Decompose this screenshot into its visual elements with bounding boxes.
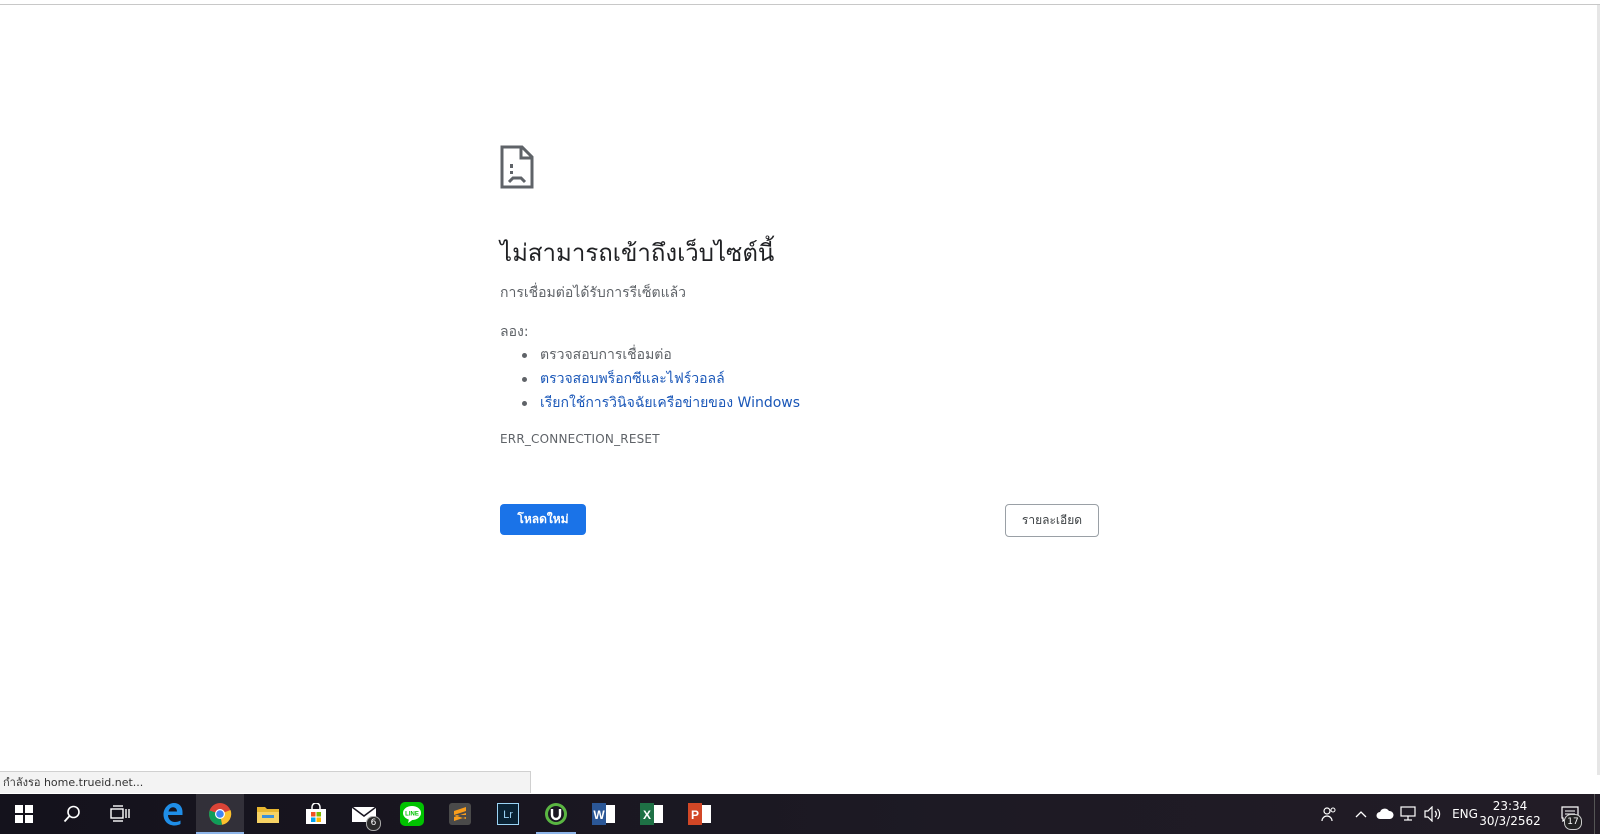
suggestion-item: เรียกใช้การวินิจฉัยเครือข่ายของ Windows (500, 391, 800, 415)
cloud-icon (1376, 808, 1394, 819)
folder-icon (257, 807, 279, 823)
error-subtitle: การเชื่อมต่อได้รับการรีเซ็ตแล้ว (500, 285, 687, 301)
word-icon: W (592, 803, 615, 825)
network-tray[interactable] (1398, 794, 1420, 834)
powerpoint-app[interactable]: P (676, 794, 724, 834)
lightroom-app[interactable]: Lr (484, 794, 532, 834)
error-code: ERR_CONNECTION_RESET (500, 432, 660, 446)
start-button[interactable] (0, 794, 48, 834)
task-view-icon (110, 805, 130, 822)
windows-logo-icon (15, 805, 33, 823)
utorrent-app[interactable] (532, 794, 580, 834)
excel-icon: X (640, 803, 663, 825)
sublime-app[interactable] (436, 794, 484, 834)
speaker-icon (1424, 806, 1441, 822)
suggestion-list: ตรวจสอบการเชื่อมต่อ ตรวจสอบพร็อกซีและไฟร… (500, 343, 800, 415)
utorrent-icon (545, 803, 567, 825)
powerpoint-icon: P (688, 803, 711, 825)
suggestion-check-connection: ตรวจสอบการเชื่อมต่อ (540, 347, 672, 363)
suggestion-item: ตรวจสอบการเชื่อมต่อ (500, 343, 800, 367)
chrome-app[interactable] (196, 794, 244, 834)
try-label: ลอง: (500, 324, 529, 340)
show-desktop-button[interactable] (1594, 794, 1595, 834)
svg-text:Lr: Lr (503, 809, 513, 821)
suggestion-item: ตรวจสอบพร็อกซีและไฟร์วอลล์ (500, 367, 800, 391)
svg-text:X: X (643, 808, 651, 822)
network-icon (1400, 806, 1416, 821)
sad-page-icon (500, 145, 534, 189)
people-button[interactable] (1316, 794, 1342, 834)
status-bubble: กำลังรอ home.trueid.net... (0, 771, 531, 793)
clock-date: 30/3/2562 (1479, 814, 1541, 828)
word-app[interactable]: W (580, 794, 628, 834)
edge-icon (163, 803, 183, 826)
chrome-icon (209, 803, 232, 825)
chevron-up-icon (1355, 811, 1367, 818)
people-icon (1321, 807, 1336, 822)
taskbar: 6 LINE Lr W X P ENG 23:34 30/3/2562 17 (0, 794, 1600, 834)
volume-tray[interactable] (1422, 794, 1444, 834)
task-view-button[interactable] (96, 794, 144, 834)
suggestion-network-diagnostics-link[interactable]: เรียกใช้การวินิจฉัยเครือข่ายของ Windows (540, 395, 800, 411)
sublime-icon (449, 803, 471, 825)
store-app[interactable] (292, 794, 340, 834)
excel-app[interactable]: X (628, 794, 676, 834)
suggestion-check-proxy-firewall-link[interactable]: ตรวจสอบพร็อกซีและไฟร์วอลล์ (540, 371, 725, 387)
svg-text:P: P (691, 808, 699, 822)
line-icon: LINE (400, 802, 424, 826)
lightroom-icon: Lr (497, 803, 519, 825)
svg-text:LINE: LINE (405, 812, 419, 818)
details-button[interactable]: รายละเอียด (1005, 504, 1099, 537)
show-hidden-icons-button[interactable] (1350, 794, 1372, 834)
search-button[interactable] (48, 794, 96, 834)
notification-count-badge: 17 (1564, 814, 1582, 830)
onedrive-tray[interactable] (1374, 794, 1396, 834)
action-center-button[interactable]: 17 (1552, 794, 1588, 834)
error-title: ไม่สามารถเข้าถึงเว็บไซต์นี้ (500, 239, 775, 267)
browser-top-border (0, 4, 1600, 5)
clock-time: 23:34 (1492, 799, 1528, 813)
clock[interactable]: 23:34 30/3/2562 (1474, 799, 1546, 829)
reload-button[interactable]: โหลดใหม่ (500, 504, 586, 535)
search-icon (63, 805, 80, 823)
mail-app[interactable]: 6 (340, 794, 388, 834)
svg-text:W: W (593, 808, 605, 822)
line-app[interactable]: LINE (388, 794, 436, 834)
store-icon (306, 803, 326, 824)
file-explorer-app[interactable] (244, 794, 292, 834)
mail-badge: 6 (366, 816, 381, 831)
edge-app[interactable] (148, 794, 196, 834)
